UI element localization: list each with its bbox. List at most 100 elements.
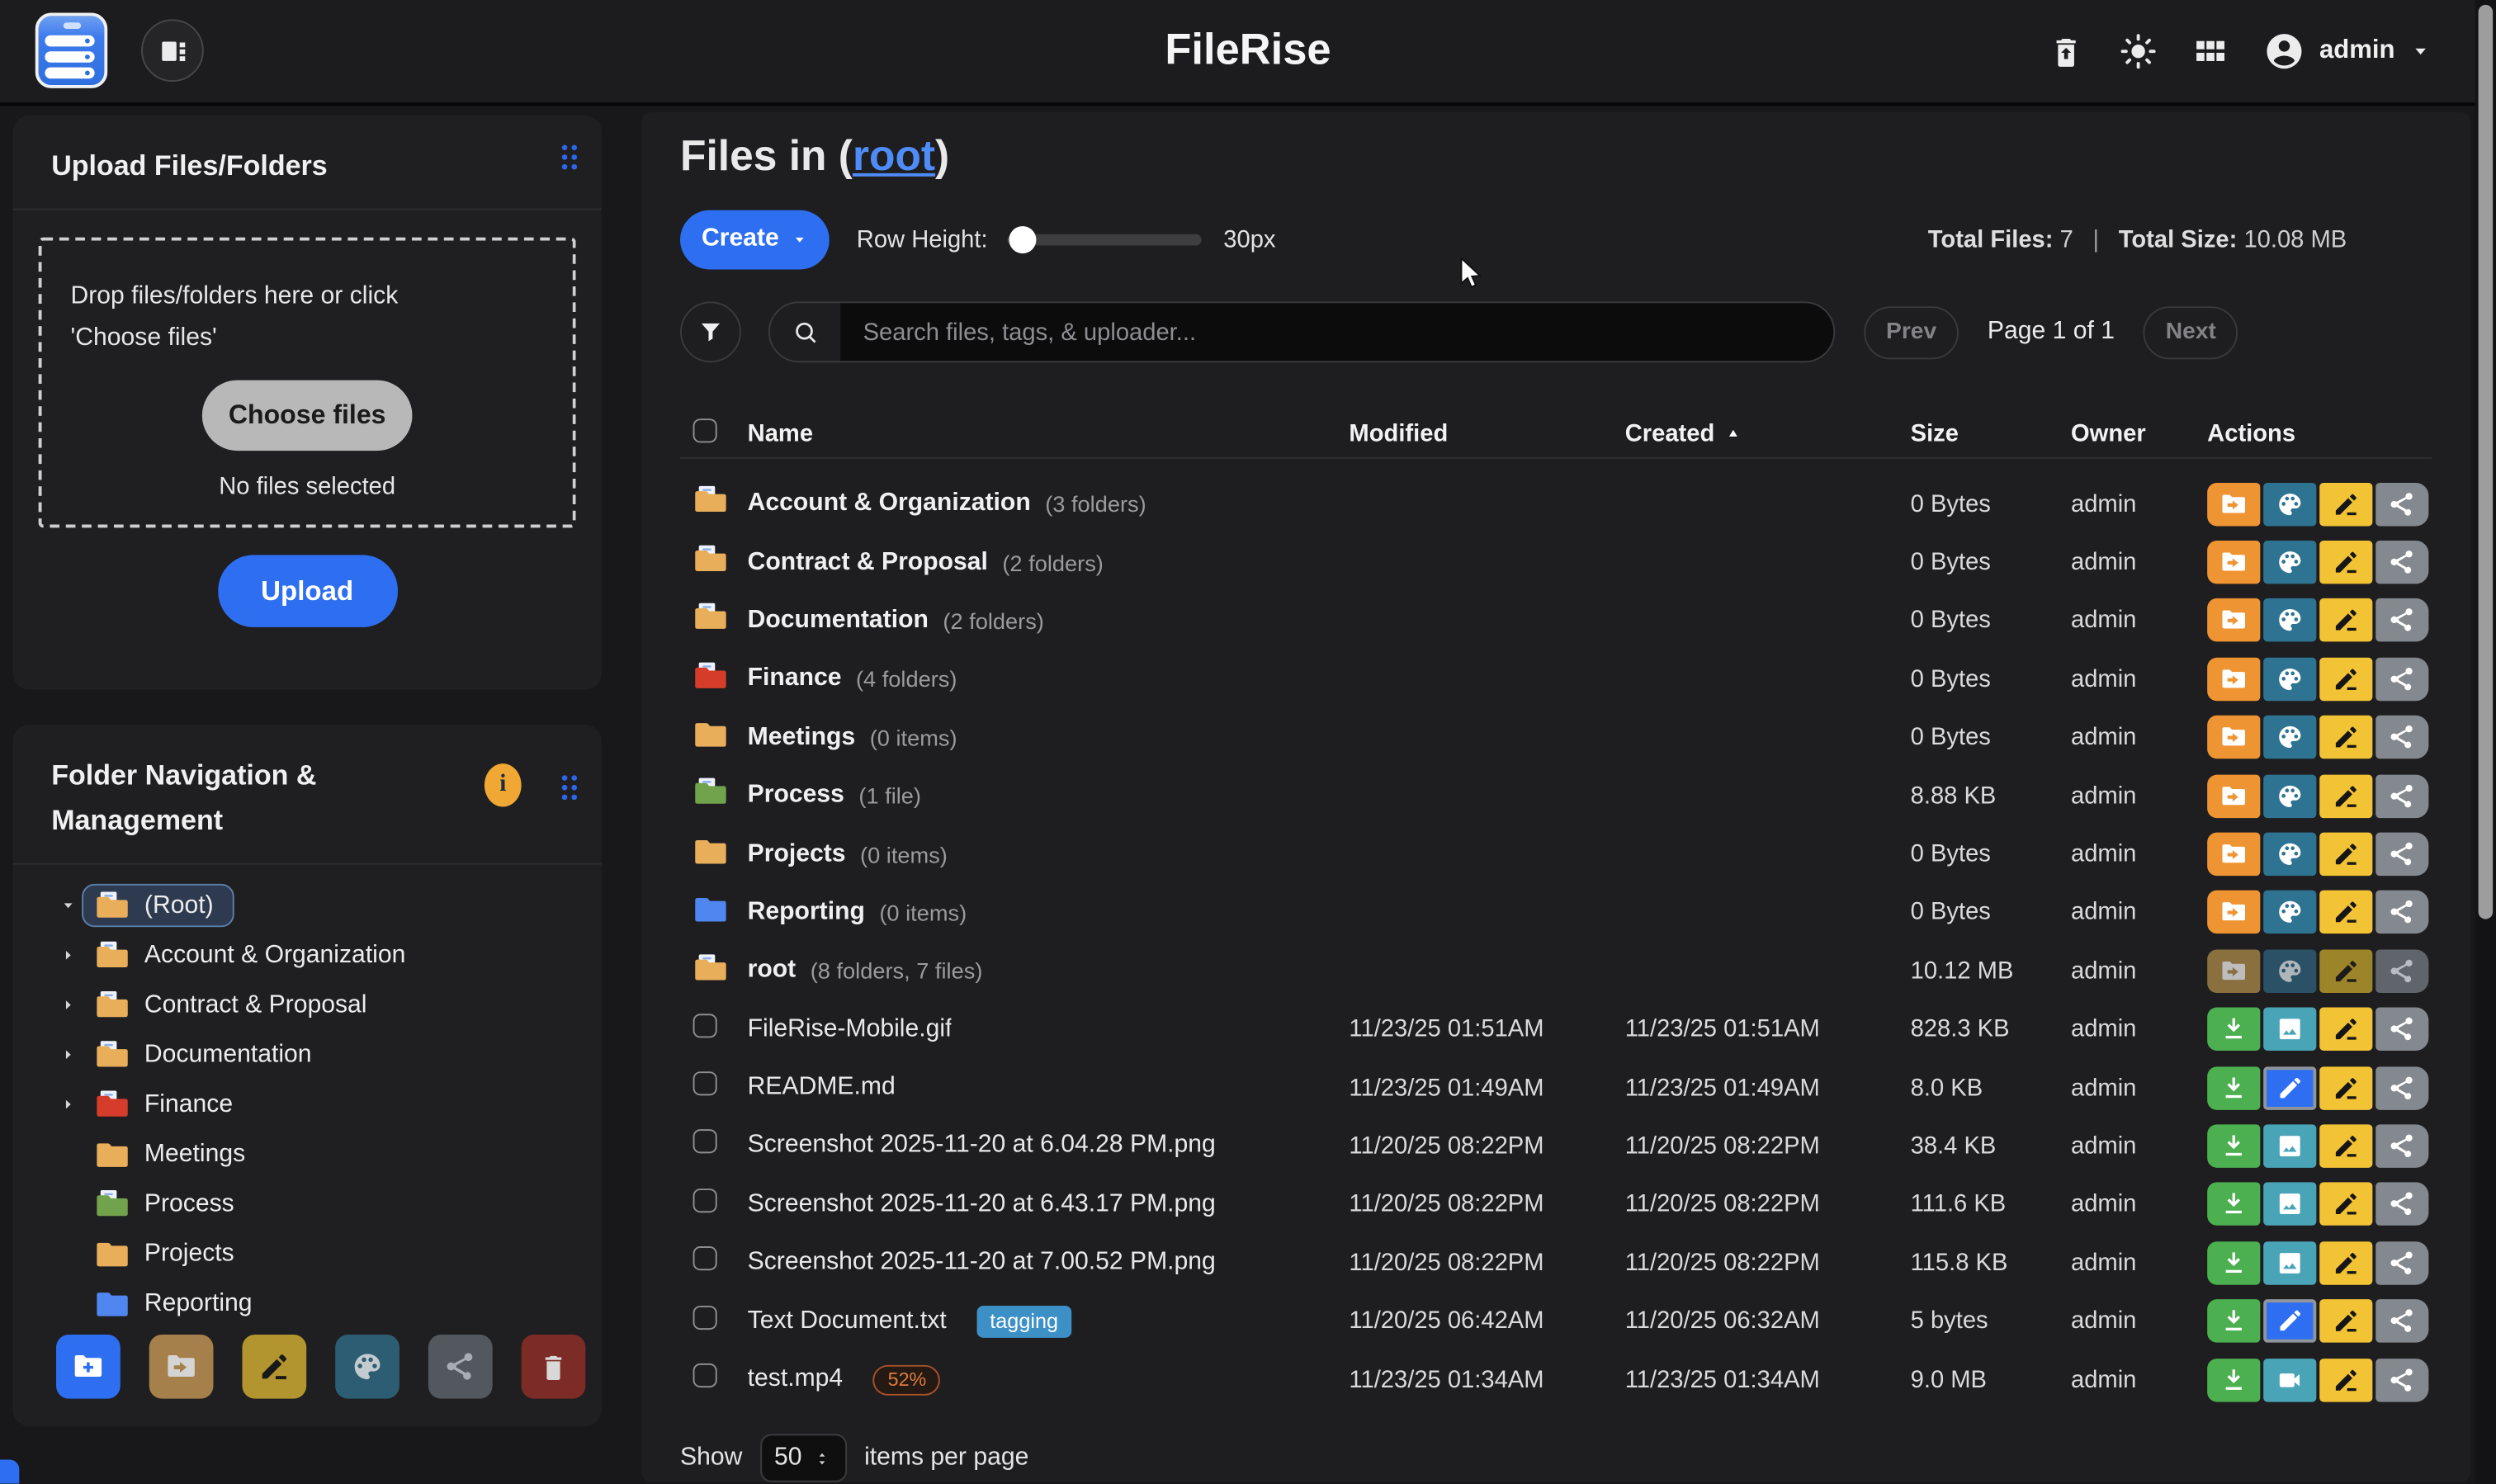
folder-name[interactable]: Contract & Proposal [748, 548, 988, 577]
folder-name[interactable]: Account & Organization [748, 489, 1031, 518]
folder-color-button[interactable] [2263, 949, 2316, 992]
share-button[interactable] [2375, 1241, 2428, 1284]
rename-folder-button[interactable] [2319, 774, 2372, 817]
caret-right-icon[interactable] [54, 947, 82, 964]
delete-folder-button[interactable] [522, 1335, 586, 1399]
table-row[interactable]: FileRise-Mobile.gif11/23/25 01:51AM11/23… [680, 1000, 2432, 1059]
caret-right-icon[interactable] [54, 1046, 82, 1063]
tree-node[interactable]: Account & Organization [82, 934, 427, 977]
table-row[interactable]: Process(1 file)8.88 KBadmin [680, 767, 2432, 825]
preview-button[interactable] [2263, 1124, 2316, 1167]
share-folder-button[interactable] [2375, 599, 2428, 642]
scrollbar-thumb[interactable] [2479, 5, 2493, 919]
preview-button[interactable] [2263, 1358, 2316, 1401]
slider-thumb[interactable] [1009, 225, 1036, 253]
preview-button[interactable] [2263, 1008, 2316, 1051]
preview-button[interactable] [2263, 1183, 2316, 1226]
info-icon[interactable]: i [485, 763, 522, 806]
folder-color-button[interactable] [2263, 599, 2316, 642]
table-row[interactable]: Finance(4 folders)0 Bytesadmin [680, 650, 2432, 708]
rename-folder-button[interactable] [2319, 541, 2372, 584]
row-checkbox[interactable] [693, 1363, 717, 1387]
tree-node[interactable]: Documentation [82, 1033, 333, 1076]
tree-item[interactable]: Projects [13, 1229, 602, 1278]
tree-item[interactable]: Documentation [13, 1030, 602, 1080]
filerise-logo-icon[interactable] [35, 13, 107, 88]
table-row[interactable]: Meetings(0 items)0 Bytesadmin [680, 708, 2432, 767]
move-folder-button[interactable] [2207, 774, 2260, 817]
drag-handle-icon[interactable] [560, 773, 579, 802]
folder-color-button[interactable] [2263, 658, 2316, 701]
column-header-size[interactable]: Size [1911, 420, 2071, 447]
share-folder-button[interactable] [2375, 774, 2428, 817]
row-checkbox[interactable] [693, 1247, 717, 1271]
table-row[interactable]: Screenshot 2025-11-20 at 6.04.28 PM.png1… [680, 1117, 2432, 1175]
file-name[interactable]: Text Document.txt [748, 1307, 947, 1335]
rename-folder-button[interactable] [2319, 716, 2372, 759]
row-checkbox[interactable] [693, 1189, 717, 1212]
share-folder-button[interactable] [2375, 716, 2428, 759]
folder-color-button[interactable] [2263, 891, 2316, 933]
share-folder-button[interactable] [2375, 833, 2428, 876]
table-row[interactable]: Text Document.txttagging11/20/25 06:42AM… [680, 1292, 2432, 1350]
file-name[interactable]: FileRise-Mobile.gif [748, 1015, 953, 1044]
rename-button[interactable] [2319, 1066, 2372, 1109]
folder-color-button[interactable] [2263, 541, 2316, 584]
share-folder-button[interactable] [2375, 658, 2428, 701]
choose-files-button[interactable]: Choose files [202, 380, 413, 451]
download-button[interactable] [2207, 1299, 2260, 1342]
column-header-modified[interactable]: Modified [1349, 420, 1624, 447]
file-name[interactable]: Screenshot 2025-11-20 at 6.04.28 PM.png [748, 1132, 1216, 1160]
rename-folder-button[interactable] [2319, 949, 2372, 992]
move-folder-button[interactable] [2207, 833, 2260, 876]
caret-down-icon[interactable] [54, 896, 82, 914]
tree-node[interactable]: Finance [82, 1083, 253, 1126]
preview-button[interactable] [2263, 1241, 2316, 1284]
tree-item[interactable]: Finance [13, 1080, 602, 1129]
share-button[interactable] [2375, 1124, 2428, 1167]
move-folder-button[interactable] [2207, 599, 2260, 642]
move-folder-button[interactable] [2207, 891, 2260, 933]
folder-color-button[interactable] [2263, 716, 2316, 759]
share-button[interactable] [2375, 1183, 2428, 1226]
download-button[interactable] [2207, 1241, 2260, 1284]
share-folder-button[interactable] [2375, 541, 2428, 584]
file-name[interactable]: README.md [748, 1073, 896, 1102]
share-folder-button[interactable] [2375, 949, 2428, 992]
theme-toggle-sun-icon[interactable] [2119, 32, 2158, 71]
folder-color-button[interactable] [2263, 482, 2316, 525]
rename-folder-button[interactable] [2319, 482, 2372, 525]
caret-right-icon[interactable] [54, 1095, 82, 1113]
tree-item[interactable]: Reporting [13, 1278, 602, 1328]
row-checkbox[interactable] [693, 1305, 717, 1329]
move-folder-button[interactable] [2207, 949, 2260, 992]
tree-node[interactable]: Contract & Proposal [82, 984, 388, 1027]
edit-button[interactable] [2263, 1299, 2316, 1342]
file-name[interactable]: test.mp4 [748, 1365, 844, 1394]
rename-folder-button[interactable] [2319, 891, 2372, 933]
folder-name[interactable]: root [748, 957, 797, 985]
rename-button[interactable] [2319, 1183, 2372, 1226]
prev-page-button[interactable]: Prev [1864, 305, 1959, 358]
drag-handle-icon[interactable] [560, 143, 579, 172]
folder-name[interactable]: Finance [748, 664, 842, 693]
folder-color-button[interactable] [2263, 774, 2316, 817]
folder-name[interactable]: Process [748, 782, 844, 811]
rename-button[interactable] [2319, 1358, 2372, 1401]
tree-item[interactable]: Account & Organization [13, 930, 602, 980]
create-button[interactable]: Create [680, 210, 830, 269]
move-folder-button[interactable] [2207, 658, 2260, 701]
search-input[interactable] [840, 303, 1833, 361]
share-button[interactable] [2375, 1008, 2428, 1051]
tree-item[interactable]: Process [13, 1179, 602, 1228]
download-button[interactable] [2207, 1124, 2260, 1167]
user-menu[interactable]: admin [2263, 31, 2432, 73]
caret-right-icon[interactable] [54, 996, 82, 1014]
apps-grid-icon[interactable] [2192, 34, 2228, 69]
create-folder-button[interactable] [56, 1335, 121, 1399]
table-row[interactable]: Projects(0 items)0 Bytesadmin [680, 825, 2432, 884]
column-header-name[interactable]: Name [748, 420, 1350, 447]
rename-button[interactable] [2319, 1241, 2372, 1284]
upload-button[interactable]: Upload [217, 555, 397, 626]
sidebar-toggle-button[interactable] [141, 19, 204, 82]
